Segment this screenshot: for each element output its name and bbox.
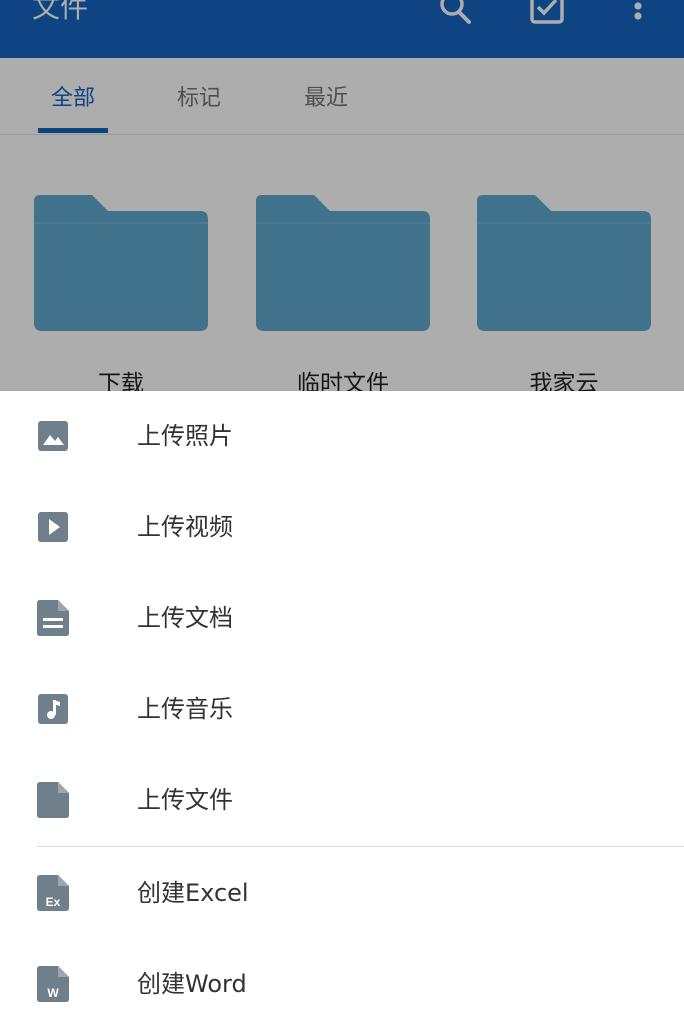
excel-badge-text: Ex (46, 895, 61, 909)
word-badge-text: W (47, 986, 59, 1000)
upload-bottom-sheet: 上传照片 上传视频 上传文档 上传音乐 上传文件 Ex 创建Excel W 创建… (0, 391, 684, 1026)
music-icon (37, 691, 69, 727)
upload-photo-label: 上传照片 (137, 422, 233, 450)
modal-scrim[interactable] (0, 0, 684, 391)
divider (37, 846, 684, 847)
upload-document-item[interactable]: 上传文档 (0, 573, 684, 663)
create-word-label: 创建Word (137, 970, 247, 998)
document-icon (37, 600, 69, 636)
upload-file-item[interactable]: 上传文件 (0, 755, 684, 845)
create-excel-item[interactable]: Ex 创建Excel (0, 848, 684, 938)
upload-music-label: 上传音乐 (137, 695, 233, 723)
upload-document-label: 上传文档 (137, 604, 233, 632)
file-icon (37, 782, 69, 818)
create-excel-label: 创建Excel (137, 879, 249, 907)
file-manager-screen: 文件 全部 标记 最近 下载 临时文件 我家云 上传照片 上传视频 上传文档 上… (0, 0, 684, 1026)
excel-icon: Ex (37, 875, 69, 911)
create-word-item[interactable]: W 创建Word (0, 939, 684, 1026)
upload-file-label: 上传文件 (137, 786, 233, 814)
upload-music-item[interactable]: 上传音乐 (0, 664, 684, 754)
upload-photo-item[interactable]: 上传照片 (0, 391, 684, 481)
upload-video-label: 上传视频 (137, 513, 233, 541)
upload-video-item[interactable]: 上传视频 (0, 482, 684, 572)
video-icon (37, 509, 69, 545)
word-icon: W (37, 966, 69, 1002)
image-icon (37, 418, 69, 454)
